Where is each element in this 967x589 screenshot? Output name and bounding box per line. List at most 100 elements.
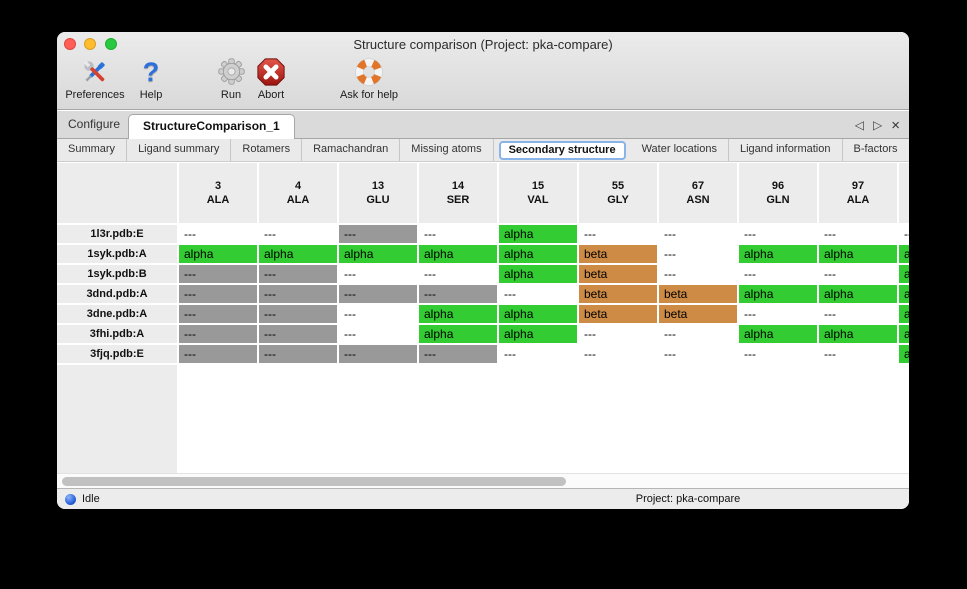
ss-cell[interactable]: --- [579,325,657,343]
ss-cell[interactable]: beta [659,285,737,303]
subtab-ramachandran[interactable]: Ramachandran [302,139,400,161]
ss-cell[interactable]: --- [419,345,497,363]
ss-cell[interactable]: --- [739,225,817,243]
ss-cell[interactable]: --- [259,325,337,343]
ss-cell[interactable]: --- [499,285,577,303]
row-label[interactable]: 3dnd.pdb:A [57,285,177,303]
row-label[interactable]: 3fhi.pdb:A [57,325,177,343]
ss-cell[interactable]: --- [659,325,737,343]
ss-cell[interactable]: --- [579,225,657,243]
ss-cell[interactable]: alpha [419,325,497,343]
ss-cell[interactable]: --- [179,265,257,283]
ss-cell[interactable]: --- [259,305,337,323]
ss-cell[interactable]: --- [819,225,897,243]
ss-cell[interactable]: beta [579,305,657,323]
ss-cell[interactable]: alpha [899,285,909,303]
ss-cell[interactable]: --- [259,285,337,303]
ss-cell[interactable]: --- [259,265,337,283]
help-button[interactable]: ? Help [109,55,193,101]
ss-cell[interactable]: alpha [739,325,817,343]
ss-cell[interactable]: alpha [899,305,909,323]
subtab-secondary-structure[interactable]: Secondary structure [499,141,626,160]
ss-cell[interactable]: alpha [899,245,909,263]
ss-cell[interactable]: alpha [419,245,497,263]
ss-cell[interactable]: alpha [499,245,577,263]
subtab-ligand-information[interactable]: Ligand information [729,139,843,161]
ss-cell[interactable]: --- [819,265,897,283]
horizontal-scrollbar[interactable] [57,473,909,488]
subtab-bar: SummaryLigand summaryRotamersRamachandra… [57,139,909,162]
secondary-structure-panel: 3ALA4ALA13GLU14SER15VAL55GLY67ASN96GLN97… [57,163,909,488]
row-label[interactable]: 3dne.pdb:A [57,305,177,323]
subtab-water-locations[interactable]: Water locations [631,139,729,161]
ss-cell[interactable]: alpha [819,245,897,263]
ss-cell[interactable]: --- [659,345,737,363]
scrollbar-thumb[interactable] [62,477,566,486]
ss-cell[interactable]: --- [739,305,817,323]
ss-cell[interactable]: --- [339,345,417,363]
ss-cell[interactable]: alpha [739,285,817,303]
ss-cell[interactable]: alpha [899,325,909,343]
ss-cell[interactable]: alpha [259,245,337,263]
ss-cell[interactable]: --- [419,265,497,283]
subtab-b-factors[interactable]: B-factors [843,139,910,161]
ss-cell[interactable]: alpha [339,245,417,263]
tab-configure[interactable]: Configure [68,111,120,138]
ss-cell[interactable]: --- [339,225,417,243]
row-label[interactable]: 1syk.pdb:A [57,245,177,263]
ss-cell[interactable]: --- [819,345,897,363]
ss-cell[interactable]: alpha [179,245,257,263]
abort-button[interactable]: Abort [229,55,313,101]
ss-cell[interactable]: beta [659,305,737,323]
ss-cell[interactable]: alpha [739,245,817,263]
subtab-missing-atoms[interactable]: Missing atoms [400,139,493,161]
ss-cell[interactable]: --- [899,225,909,243]
ss-cell[interactable]: --- [419,225,497,243]
ss-cell[interactable]: --- [259,345,337,363]
ss-cell[interactable]: --- [339,305,417,323]
ss-cell[interactable]: alpha [499,325,577,343]
ss-cell[interactable]: --- [579,345,657,363]
ss-cell[interactable]: --- [739,345,817,363]
ss-cell[interactable]: alpha [819,325,897,343]
row-label[interactable]: 3fjq.pdb:E [57,345,177,363]
ss-cell[interactable]: --- [659,225,737,243]
ss-cell[interactable]: beta [579,245,657,263]
ss-cell[interactable]: alpha [819,285,897,303]
subtab-rotamers[interactable]: Rotamers [231,139,302,161]
ss-cell[interactable]: --- [819,305,897,323]
ss-cell[interactable]: --- [339,325,417,343]
ss-cell[interactable]: --- [179,345,257,363]
ss-cell[interactable]: alpha [499,265,577,283]
ss-cell[interactable]: --- [179,305,257,323]
ss-cell[interactable]: --- [179,225,257,243]
ss-cell[interactable]: --- [499,345,577,363]
ss-cell[interactable]: beta [579,285,657,303]
subtab-ligand-summary[interactable]: Ligand summary [127,139,231,161]
column-header: 97ALA [819,163,897,223]
ss-cell[interactable]: alpha [499,305,577,323]
ss-cell[interactable]: --- [179,325,257,343]
ss-cell[interactable]: --- [339,285,417,303]
row-label[interactable]: 1l3r.pdb:E [57,225,177,243]
window-header: Structure comparison (Project: pka-compa… [57,32,909,110]
ss-cell[interactable]: --- [659,245,737,263]
ask-for-help-button[interactable]: Ask for help [327,55,411,101]
ss-cell[interactable]: alpha [419,305,497,323]
ss-cell[interactable]: --- [659,265,737,283]
ss-cell[interactable]: beta [579,265,657,283]
tab-structurecomparison-1[interactable]: StructureComparison_1 [128,114,295,139]
tab-prev-icon[interactable]: ◁ [855,118,864,132]
ss-cell[interactable]: --- [339,265,417,283]
ss-cell[interactable]: --- [259,225,337,243]
ss-cell[interactable]: --- [739,265,817,283]
subtab-summary[interactable]: Summary [57,139,127,161]
ss-cell[interactable]: --- [179,285,257,303]
ss-cell[interactable]: alpha [499,225,577,243]
tab-next-icon[interactable]: ▷ [873,118,882,132]
ss-cell[interactable]: alpha [899,265,909,283]
row-label[interactable]: 1syk.pdb:B [57,265,177,283]
ss-cell[interactable]: --- [419,285,497,303]
tab-close-icon[interactable]: × [891,117,900,134]
ss-cell[interactable]: alpha [899,345,909,363]
